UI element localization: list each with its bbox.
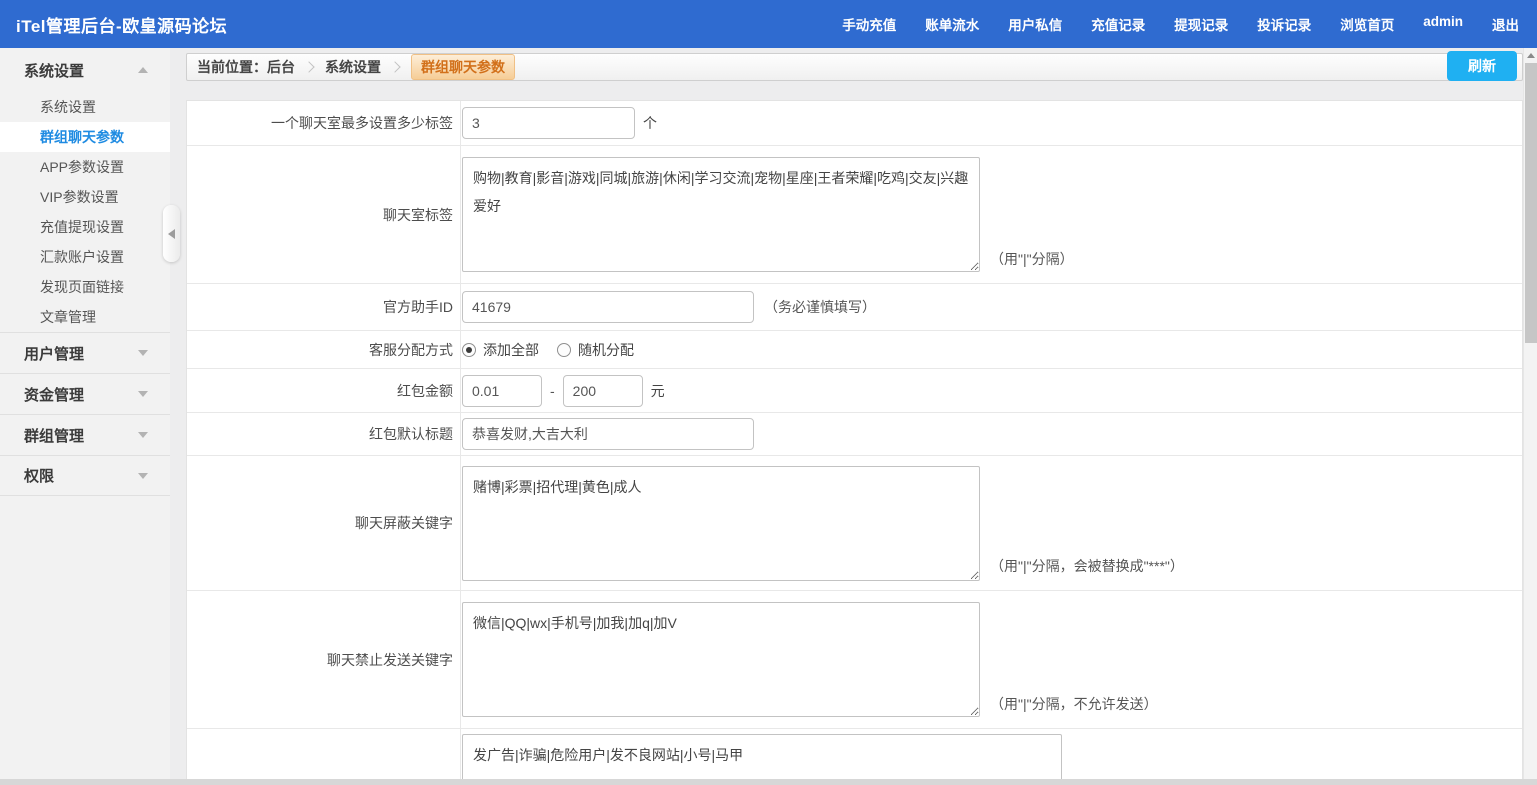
scroll-up-button[interactable]	[1524, 48, 1537, 63]
chevron-down-icon	[138, 472, 148, 479]
sidebar-item-label: 发现页面链接	[40, 279, 124, 295]
row-forbidden-keywords: 聊天禁止发送关键字 微信|QQ|wx|手机号|加我|加q|加V （用"|"分隔，…	[187, 591, 1522, 729]
field-label: 一个聊天室最多设置多少标签	[187, 101, 461, 145]
row-service-assignment: 客服分配方式 添加全部 随机分配	[187, 331, 1522, 369]
sidebar-collapse-handle[interactable]	[163, 205, 180, 262]
chevron-down-icon	[138, 350, 148, 356]
field-label: 聊天禁止发送关键字	[187, 591, 461, 728]
sidebar-group-label: 系统设置	[24, 62, 85, 80]
sidebar-item-label: 汇款账户设置	[40, 249, 124, 265]
settings-form: 一个聊天室最多设置多少标签 个 聊天室标签 购物|教育|影音|游戏|同城|旅游|…	[186, 100, 1523, 785]
field-hint: （用"|"分隔）	[990, 251, 1074, 267]
sidebar-item-app-params[interactable]: APP参数设置	[0, 152, 170, 182]
refresh-button[interactable]: 刷新	[1447, 51, 1517, 81]
row-extra-keywords: 发广告|诈骗|危险用户|发不良网站|小号|马甲	[187, 729, 1522, 785]
field-label: 聊天屏蔽关键字	[187, 456, 461, 590]
radio-label: 随机分配	[578, 341, 634, 358]
row-official-assistant-id: 官方助手ID （务必谨慎填写）	[187, 284, 1522, 331]
sidebar-item-vip-params[interactable]: VIP参数设置	[0, 182, 170, 212]
sidebar-item-label: 系统设置	[40, 99, 96, 115]
breadcrumb: 当前位置：后台 系统设置 群组聊天参数 刷新	[186, 51, 1523, 81]
sidebar-item-label: APP参数设置	[40, 159, 125, 175]
max-tags-input[interactable]	[462, 107, 635, 139]
sidebar-item-system-settings[interactable]: 系统设置	[0, 92, 170, 122]
topnav-manual-recharge[interactable]: 手动充值	[842, 14, 896, 34]
sidebar-item-label: 文章管理	[40, 309, 96, 325]
sidebar-item-remittance-account-settings[interactable]: 汇款账户设置	[0, 242, 170, 272]
redpacket-max-input[interactable]	[562, 374, 643, 407]
topnav-recharge-records[interactable]: 充值记录	[1091, 14, 1145, 34]
field-label	[187, 729, 461, 785]
sidebar-group-permissions[interactable]: 权限	[0, 455, 170, 496]
main-content: 当前位置：后台 系统设置 群组聊天参数 刷新 一个聊天室最多设置多少标签 个 聊…	[170, 48, 1537, 785]
sidebar-item-group-chat-params[interactable]: 群组聊天参数	[0, 122, 170, 152]
chevron-down-icon	[138, 432, 148, 438]
vertical-scrollbar[interactable]	[1523, 48, 1537, 779]
field-label: 聊天室标签	[187, 146, 461, 283]
collapse-left-icon	[168, 228, 175, 239]
field-hint: （用"|"分隔，会被替换成"***"）	[990, 558, 1184, 574]
sidebar-item-discovery-page-links[interactable]: 发现页面链接	[0, 272, 170, 302]
sidebar-group-label: 群组管理	[24, 427, 85, 445]
sidebar-item-article-management[interactable]: 文章管理	[0, 302, 170, 332]
topnav-complaint-records[interactable]: 投诉记录	[1257, 14, 1311, 34]
field-label: 客服分配方式	[187, 331, 461, 368]
redpacket-min-input[interactable]	[462, 374, 542, 407]
sidebar-item-recharge-withdraw-settings[interactable]: 充值提现设置	[0, 212, 170, 242]
sidebar-item-label: 群组聊天参数	[40, 129, 124, 145]
field-label: 官方助手ID	[187, 284, 461, 330]
row-chat-tags: 聊天室标签 购物|教育|影音|游戏|同城|旅游|休闲|学习交流|宠物|星座|王者…	[187, 146, 1522, 284]
scroll-up-icon	[1526, 53, 1535, 58]
chevron-down-icon	[138, 391, 148, 397]
row-blocked-keywords: 聊天屏蔽关键字 赌博|彩票|招代理|黄色|成人 （用"|"分隔，会被替换成"**…	[187, 456, 1522, 591]
radio-label: 添加全部	[483, 341, 539, 358]
breadcrumb-separator-icon	[389, 61, 401, 73]
row-max-tags: 一个聊天室最多设置多少标签 个	[187, 101, 1522, 146]
sidebar-group-label: 权限	[24, 468, 55, 485]
sidebar-group-label: 用户管理	[24, 345, 85, 363]
topnav-withdraw-records[interactable]: 提现记录	[1174, 14, 1228, 34]
breadcrumb-location: 当前位置：后台	[197, 59, 295, 75]
topnav-user-messages[interactable]: 用户私信	[1008, 14, 1062, 34]
chevron-up-icon	[138, 67, 148, 73]
field-hint: （务必谨慎填写）	[764, 299, 876, 315]
field-label: 红包金额	[187, 369, 461, 412]
radio-random-assign[interactable]	[557, 342, 571, 357]
breadcrumb-current: 群组聊天参数	[411, 54, 515, 80]
topnav-browse-home[interactable]: 浏览首页	[1340, 14, 1394, 34]
unit-suffix: 元	[650, 382, 665, 399]
breadcrumb-section[interactable]: 系统设置	[325, 57, 381, 77]
sidebar-item-label: VIP参数设置	[40, 189, 119, 205]
unit-suffix: 个	[643, 115, 657, 131]
radio-add-all[interactable]	[462, 342, 476, 357]
topnav-admin[interactable]: admin	[1423, 14, 1463, 34]
sidebar: 系统设置 系统设置 群组聊天参数 APP参数设置 VIP参数设置 充值提现设置 …	[0, 48, 180, 785]
chat-tags-textarea[interactable]: 购物|教育|影音|游戏|同城|旅游|休闲|学习交流|宠物|星座|王者荣耀|吃鸡|…	[462, 157, 980, 272]
row-redpacket-amount: 红包金额 - 元	[187, 369, 1522, 413]
extra-keywords-textarea[interactable]: 发广告|诈骗|危险用户|发不良网站|小号|马甲	[462, 734, 1062, 785]
range-separator: -	[550, 382, 555, 399]
sidebar-group-group-management[interactable]: 群组管理	[0, 414, 170, 455]
topnav-logout[interactable]: 退出	[1492, 14, 1519, 34]
blocked-keywords-textarea[interactable]: 赌博|彩票|招代理|黄色|成人	[462, 465, 980, 581]
row-redpacket-title: 红包默认标题	[187, 413, 1522, 456]
breadcrumb-separator-icon	[303, 61, 315, 73]
sidebar-item-label: 充值提现设置	[40, 219, 124, 235]
horizontal-scrollbar[interactable]	[0, 779, 1537, 785]
app-title: iTel管理后台-欧皇源码论坛	[16, 16, 228, 36]
forbidden-keywords-textarea[interactable]: 微信|QQ|wx|手机号|加我|加q|加V	[462, 602, 980, 717]
sidebar-group-funds-management[interactable]: 资金管理	[0, 373, 170, 414]
redpacket-title-input[interactable]	[462, 418, 754, 450]
sidebar-group-system-settings[interactable]: 系统设置	[0, 48, 170, 92]
top-bar: iTel管理后台-欧皇源码论坛 手动充值 账单流水 用户私信 充值记录 提现记录…	[0, 0, 1537, 48]
field-hint: （用"|"分隔，不允许发送）	[990, 696, 1158, 712]
top-nav: 手动充值 账单流水 用户私信 充值记录 提现记录 投诉记录 浏览首页 admin…	[842, 14, 1519, 34]
vertical-scrollbar-thumb[interactable]	[1525, 63, 1537, 343]
field-label: 红包默认标题	[187, 413, 461, 455]
sidebar-group-user-management[interactable]: 用户管理	[0, 332, 170, 373]
topnav-bill-flow[interactable]: 账单流水	[925, 14, 979, 34]
sidebar-group-label: 资金管理	[24, 386, 85, 404]
official-assistant-id-input[interactable]	[462, 291, 754, 323]
